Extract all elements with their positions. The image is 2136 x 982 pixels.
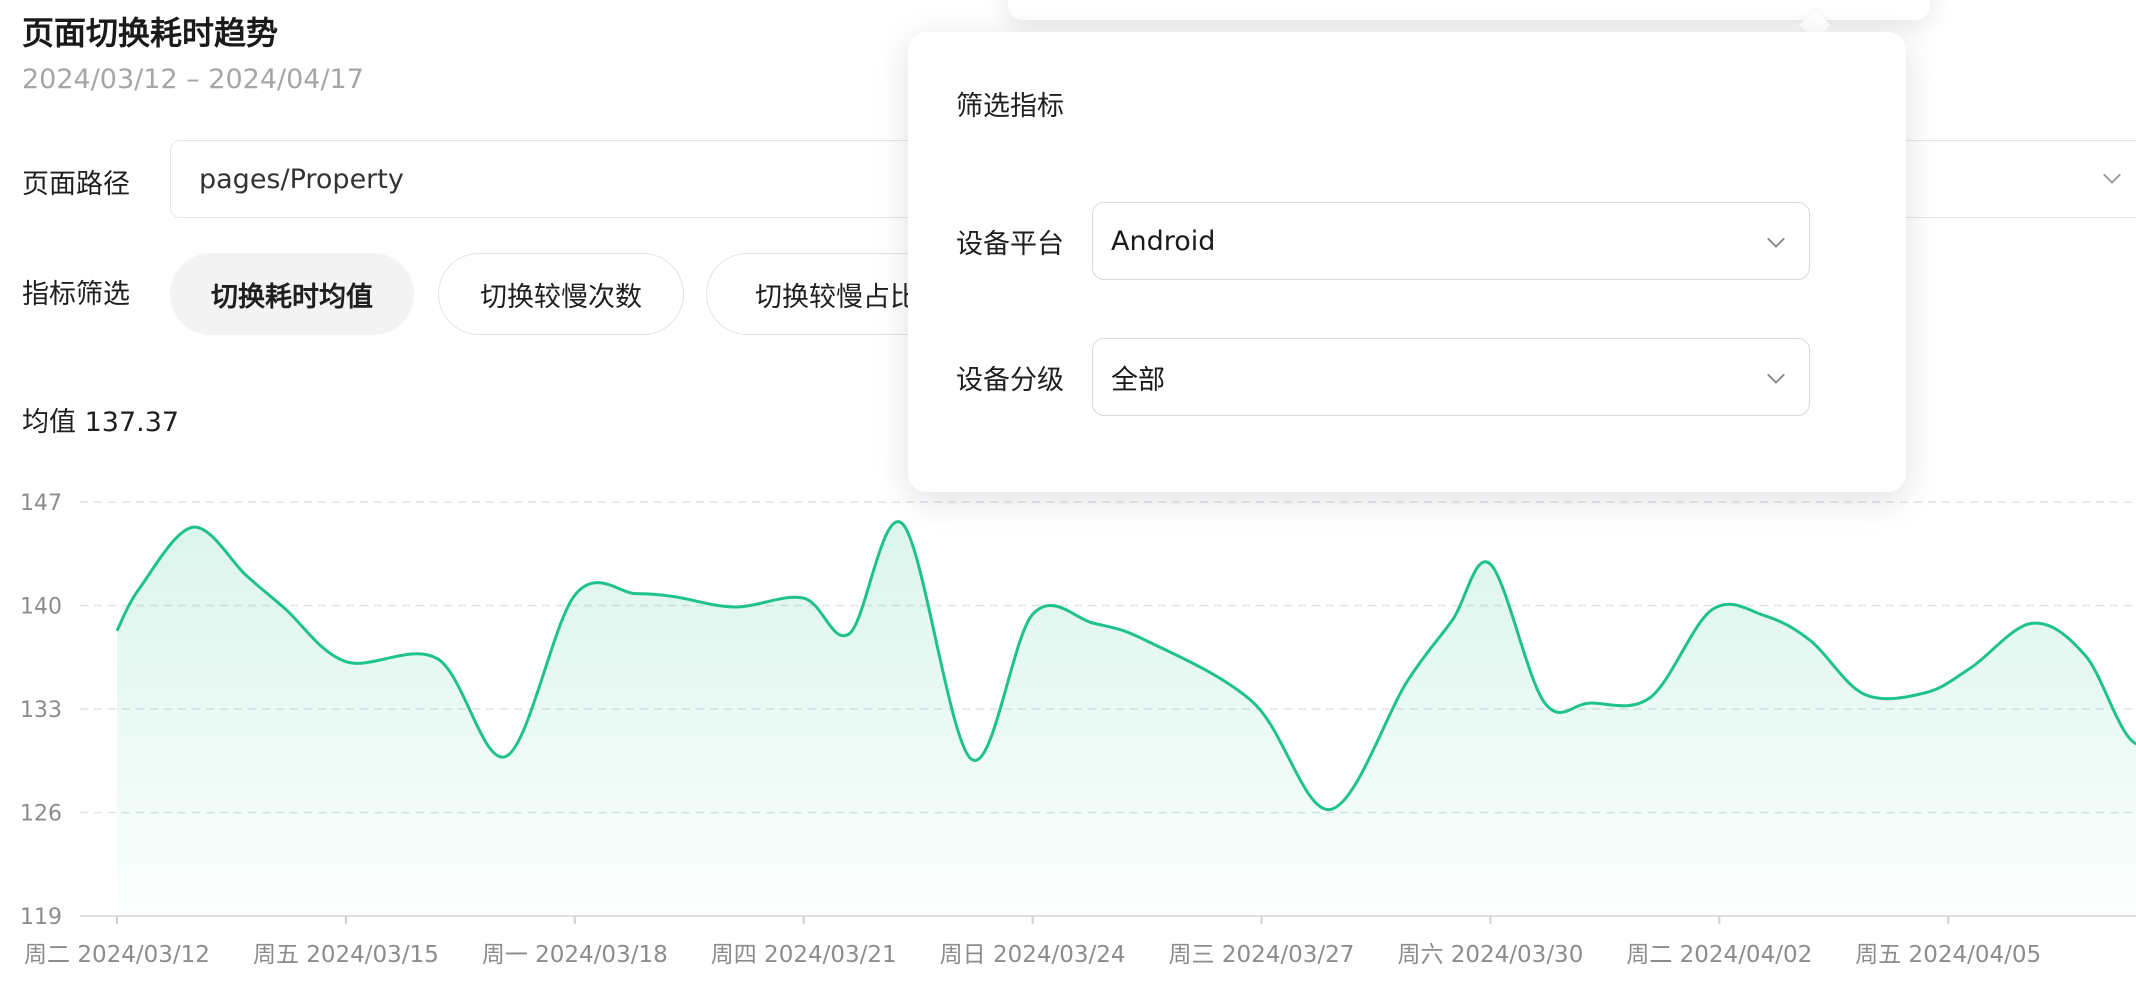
grade-select[interactable]: 全部 (1092, 338, 1810, 416)
filter-popup: 筛选指标 设备平台 Android 设备分级 全部 (908, 32, 1906, 492)
x-tick-label: 周日 2024/03/24 (940, 942, 1126, 968)
x-tick-label: 周五 2024/03/15 (253, 942, 439, 968)
y-tick-label: 147 (20, 491, 62, 516)
chevron-down-icon (1767, 373, 1785, 384)
grade-value: 全部 (1111, 364, 1165, 396)
page-root: 页面切换耗时趋势 2024/03/12 – 2024/04/17 页面路径 pa… (0, 0, 2136, 982)
page-title: 页面切换耗时趋势 (22, 14, 279, 52)
x-tick-label: 周一 2024/03/18 (482, 942, 668, 968)
y-tick-label: 126 (20, 802, 62, 827)
mean-value: 137.37 (84, 407, 180, 438)
x-tick-label: 周二 2024/04/02 (1626, 942, 1812, 968)
chip-avg-switch-time[interactable]: 切换耗时均值 (170, 253, 414, 335)
platform-select[interactable]: Android (1092, 202, 1810, 280)
popup-top-panel (1008, 0, 1930, 20)
chevron-down-icon (1767, 237, 1785, 248)
grade-label: 设备分级 (956, 365, 1064, 396)
mean-summary: 均值 137.37 (22, 400, 179, 439)
x-tick-label: 周四 2024/03/21 (711, 942, 897, 968)
path-value: pages/Property (199, 163, 404, 195)
y-tick-label: 119 (20, 905, 62, 930)
x-tick-label: 周二 2024/03/12 (24, 942, 210, 968)
popup-title: 筛选指标 (956, 91, 1064, 122)
platform-value: Android (1111, 225, 1216, 257)
metric-label: 指标筛选 (22, 279, 130, 310)
x-tick-label: 周五 2024/04/05 (1855, 942, 2041, 968)
chevron-down-icon (2103, 173, 2121, 184)
y-tick-label: 140 (20, 595, 62, 620)
chip-slow-switch-count[interactable]: 切换较慢次数 (438, 253, 684, 335)
platform-label: 设备平台 (956, 229, 1064, 260)
x-tick-label: 周三 2024/03/27 (1169, 942, 1355, 968)
trend-chart: 147 140 133 126 119 周二 2024/03/12 周五 2024/03/1… (20, 491, 2136, 968)
path-label: 页面路径 (22, 169, 130, 200)
date-range: 2024/03/12 – 2024/04/17 (22, 64, 364, 95)
mean-label: 均值 (22, 407, 76, 438)
x-tick-label: 周六 2024/03/30 (1397, 942, 1583, 968)
y-tick-label: 133 (20, 698, 62, 723)
series-area (117, 521, 2136, 916)
